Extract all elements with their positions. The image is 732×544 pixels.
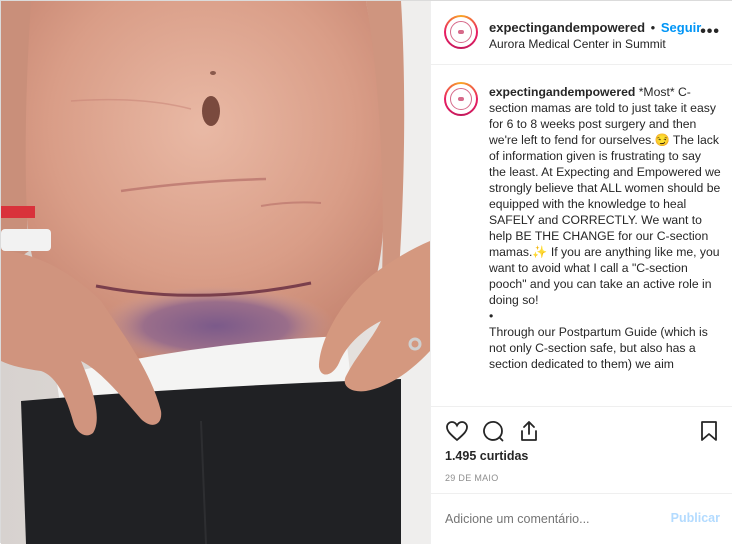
caption-area[interactable]: expectingandempowered *Most* C-section m… [431, 66, 732, 406]
post-side-panel: expectingandempowered • Seguir Aurora Me… [430, 1, 732, 544]
location-link[interactable]: Aurora Medical Center in Summit [489, 37, 666, 51]
postpartum-belly-image [1, 1, 430, 544]
caption-body: *Most* C-section mamas are told to just … [489, 85, 721, 371]
bookmark-icon[interactable] [697, 419, 721, 443]
post-header: expectingandempowered • Seguir Aurora Me… [431, 1, 732, 65]
caption-text-block: expectingandempowered *Most* C-section m… [489, 84, 721, 372]
comment-input[interactable] [445, 509, 665, 529]
avatar[interactable] [444, 15, 478, 49]
post-photo[interactable] [1, 1, 430, 544]
likes-count[interactable]: 1.495 curtidas [445, 449, 528, 463]
comment-bar: Publicar [431, 493, 732, 544]
header-username[interactable]: expectingandempowered [489, 20, 645, 35]
speech-bubble-icon[interactable] [481, 419, 505, 443]
caption-avatar[interactable] [444, 82, 478, 116]
publish-button[interactable]: Publicar [671, 511, 720, 525]
action-bar: 1.495 curtidas 29 DE MAIO [431, 406, 732, 496]
heart-icon[interactable] [445, 419, 469, 443]
paper-plane-icon[interactable] [517, 419, 541, 443]
instagram-post-modal: expectingandempowered • Seguir Aurora Me… [0, 0, 732, 544]
more-options-icon[interactable]: ••• [700, 23, 720, 41]
post-date[interactable]: 29 DE MAIO [445, 473, 499, 483]
header-separator: • [650, 20, 656, 35]
caption-username[interactable]: expectingandempowered [489, 85, 635, 99]
follow-button[interactable]: Seguir [661, 20, 701, 35]
header-user-line: expectingandempowered • Seguir [489, 20, 701, 35]
